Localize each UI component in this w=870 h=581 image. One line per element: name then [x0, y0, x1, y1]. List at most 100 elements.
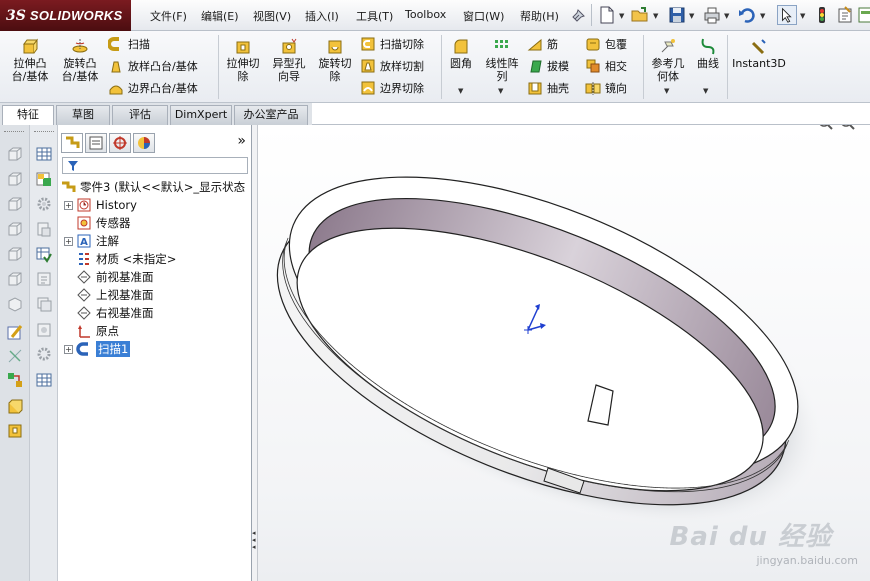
tree-item-material[interactable]: 材质 <未指定> — [76, 250, 176, 268]
gear-icon[interactable] — [35, 195, 53, 213]
layers-icon[interactable] — [35, 295, 53, 313]
new-document-icon[interactable] — [597, 5, 617, 25]
smart-dimension-icon[interactable] — [6, 347, 24, 365]
left-view-icon[interactable] — [6, 195, 24, 213]
sketch-icon[interactable] — [6, 323, 24, 341]
bottom-view-icon[interactable] — [6, 270, 24, 288]
save-icon[interactable] — [667, 5, 687, 25]
tree-item-annotations[interactable]: + A 注解 — [64, 232, 119, 250]
curves-dropdown-icon[interactable]: ▼ — [703, 87, 708, 95]
reference-geometry-button[interactable]: 参考几 何体 — [648, 37, 688, 83]
sweep-button[interactable]: 扫描 — [108, 36, 150, 52]
undo-dropdown-icon[interactable]: ▼ — [760, 12, 765, 20]
display-manager-tab[interactable] — [133, 133, 155, 153]
tree-item-right-plane[interactable]: 右视基准面 — [76, 304, 154, 322]
library-icon[interactable] — [35, 220, 53, 238]
cut-shortcut-icon[interactable] — [6, 421, 24, 439]
tab-features[interactable]: 特征 — [2, 105, 54, 126]
isometric-view-icon[interactable] — [6, 295, 24, 313]
filter-input[interactable] — [62, 157, 248, 174]
tree-root-part[interactable]: 零件3 (默认<<默认>_显示状态 — [60, 178, 245, 196]
pattern-dropdown-icon[interactable]: ▼ — [498, 87, 503, 95]
tab-evaluate[interactable]: 评估 — [112, 105, 168, 125]
menu-insert[interactable]: 插入(I) — [305, 8, 339, 24]
menu-edit[interactable]: 编辑(E) — [201, 8, 239, 24]
pin-icon[interactable] — [569, 5, 589, 25]
draft-button[interactable]: 拔模 — [527, 58, 569, 74]
menu-view[interactable]: 视图(V) — [253, 8, 291, 24]
select-dropdown-icon[interactable]: ▼ — [800, 12, 805, 20]
print-icon[interactable] — [702, 5, 722, 25]
table-check-icon[interactable] — [35, 245, 53, 263]
right-view-icon[interactable] — [6, 220, 24, 238]
ring-model-3d[interactable] — [258, 125, 870, 581]
feature-manager-tab[interactable] — [61, 133, 83, 153]
shell-button[interactable]: 抽壳 — [527, 80, 569, 96]
graphics-area[interactable]: Bai du 经验 jingyan.baidu.com — [258, 125, 870, 581]
menu-tools[interactable]: 工具(T) — [356, 8, 393, 24]
design-table-icon[interactable] — [35, 170, 53, 188]
ref-geometry-dropdown-icon[interactable]: ▼ — [664, 87, 669, 95]
splitter-arrows-icon[interactable]: ◂ ◂ ◂ — [252, 530, 256, 551]
extrude-shortcut-icon[interactable] — [6, 397, 24, 415]
tree-item-top-plane[interactable]: 上视基准面 — [76, 286, 154, 304]
intersect-button[interactable]: 相交 — [585, 58, 627, 74]
revolve-cut-button[interactable]: 旋转切 除 — [314, 37, 356, 83]
panel-collapse-icon[interactable]: » — [237, 133, 246, 149]
tab-dimxpert[interactable]: DimXpert — [170, 105, 232, 125]
rib-button[interactable]: 筋 — [527, 36, 558, 52]
fillet-button[interactable]: 圆角 — [444, 37, 478, 70]
menu-toolbox[interactable]: Toolbox — [405, 8, 446, 21]
relations-icon[interactable] — [6, 371, 24, 389]
back-view-icon[interactable] — [6, 170, 24, 188]
undo-icon[interactable] — [737, 5, 757, 25]
menu-window[interactable]: 窗口(W) — [463, 8, 504, 24]
tree-item-origin[interactable]: 原点 — [76, 322, 119, 340]
tab-office-products[interactable]: 办公室产品 — [234, 105, 308, 125]
table-icon[interactable] — [35, 145, 53, 163]
expand-icon[interactable]: + — [64, 200, 73, 210]
property-manager-tab[interactable] — [85, 133, 107, 153]
tree-item-sweep1[interactable]: + 扫描1 — [64, 340, 131, 358]
tree-item-history[interactable]: + History — [64, 196, 137, 214]
extrude-cut-button[interactable]: 拉伸切 除 — [222, 37, 264, 83]
doc-list-icon[interactable] — [35, 270, 53, 288]
file-properties-icon[interactable] — [835, 5, 855, 25]
open-folder-icon[interactable] — [630, 5, 650, 25]
curves-button[interactable]: 曲线 — [692, 37, 724, 70]
mirror-button[interactable]: 镜向 — [585, 80, 627, 96]
loft-button[interactable]: 放样凸台/基体 — [108, 58, 198, 74]
grip-handle[interactable] — [4, 131, 24, 133]
properties-icon[interactable] — [35, 321, 53, 339]
fillet-dropdown-icon[interactable]: ▼ — [458, 87, 463, 95]
rebuild-traffic-light-icon[interactable] — [812, 5, 832, 25]
open-dropdown-icon[interactable]: ▼ — [653, 12, 658, 20]
print-dropdown-icon[interactable]: ▼ — [724, 12, 729, 20]
tree-item-front-plane[interactable]: 前视基准面 — [76, 268, 154, 286]
options-icon[interactable] — [856, 5, 870, 25]
spreadsheet-icon[interactable] — [35, 371, 53, 389]
save-dropdown-icon[interactable]: ▼ — [689, 12, 694, 20]
grip-handle[interactable] — [34, 131, 54, 133]
tab-sketch[interactable]: 草图 — [56, 105, 110, 125]
tree-item-sensors[interactable]: 传感器 — [76, 214, 131, 232]
extrude-boss-button[interactable]: 拉伸凸 台/基体 — [8, 37, 52, 83]
expand-icon[interactable]: + — [64, 236, 73, 246]
select-pointer-icon[interactable] — [777, 5, 797, 25]
hole-wizard-button[interactable]: 异型孔 向导 — [268, 37, 310, 83]
boundary-cut-button[interactable]: 边界切除 — [360, 80, 424, 96]
revolve-boss-button[interactable]: 旋转凸 台/基体 — [58, 37, 102, 83]
config-manager-tab[interactable] — [109, 133, 131, 153]
front-view-icon[interactable] — [6, 145, 24, 163]
sweep-cut-button[interactable]: 扫描切除 — [360, 36, 424, 52]
menu-file[interactable]: 文件(F) — [150, 8, 187, 24]
wrap-button[interactable]: 包覆 — [585, 36, 627, 52]
instant3d-button[interactable]: Instant3D — [731, 37, 787, 70]
linear-pattern-button[interactable]: 线性阵 列 — [482, 37, 522, 83]
loft-cut-button[interactable]: 放样切割 — [360, 58, 424, 74]
new-dropdown-icon[interactable]: ▼ — [619, 12, 624, 20]
top-view-icon[interactable] — [6, 245, 24, 263]
solidworks-logo[interactable]: 3S SOLIDWORKS — [0, 0, 131, 31]
expand-icon[interactable]: + — [64, 344, 73, 354]
boundary-boss-button[interactable]: 边界凸台/基体 — [108, 80, 198, 96]
